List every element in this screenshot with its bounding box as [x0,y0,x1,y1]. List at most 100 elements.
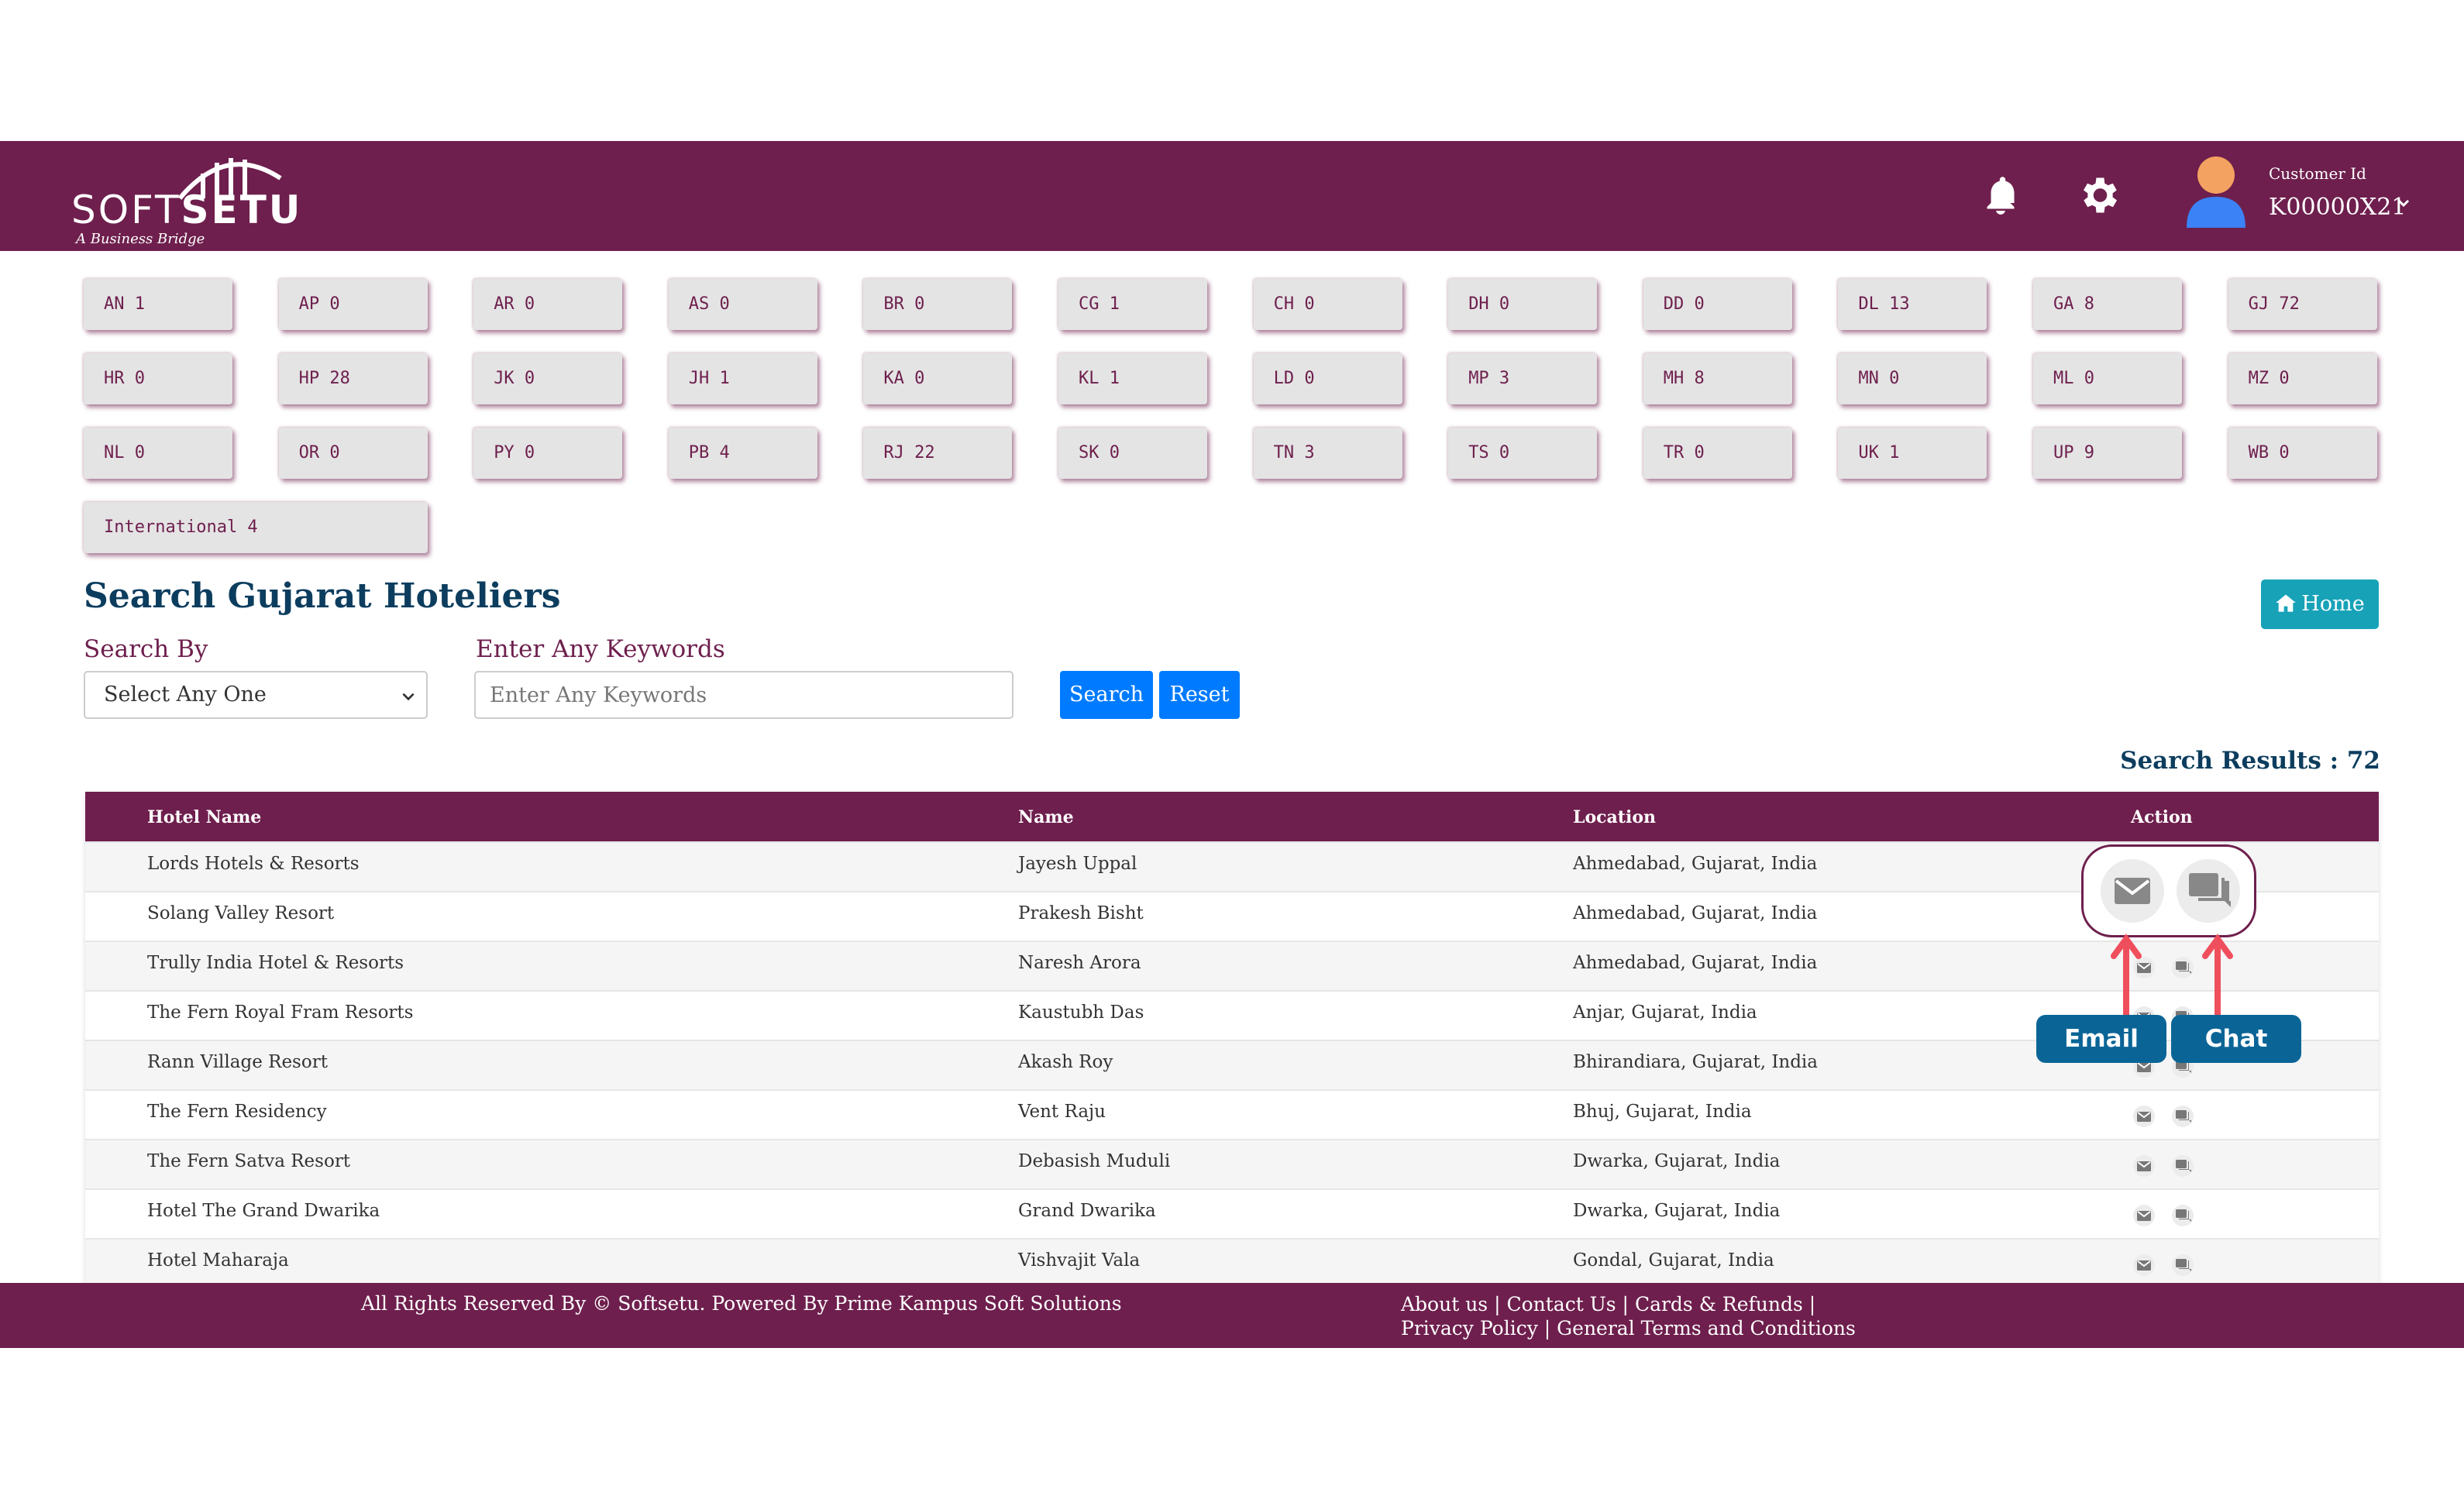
state-chip[interactable]: KL 1 [1058,353,1207,404]
hotel-name-cell: Solang Valley Resort [147,903,335,923]
hotel-name-cell: Trully India Hotel & Resorts [147,953,404,973]
email-icon[interactable] [2131,1105,2157,1128]
keywords-input[interactable] [474,671,1013,719]
state-chip[interactable]: RJ 22 [863,428,1013,479]
chat-annotation-label: Chat [2171,1015,2301,1063]
contact-name-cell: Vishvajit Vala [1018,1250,1141,1271]
footer-link-contact[interactable]: Contact Us [1506,1293,1616,1315]
state-chip[interactable]: MH 8 [1643,353,1792,404]
bell-icon[interactable] [1977,172,2024,218]
state-chip[interactable]: DD 0 [1643,279,1792,330]
customer-id-label: Customer Id [2269,164,2366,183]
chat-icon[interactable] [2170,1154,2196,1178]
state-chip[interactable]: LD 0 [1253,353,1402,404]
state-chip[interactable]: HR 0 [84,353,232,404]
email-icon[interactable] [2131,1154,2157,1178]
state-chip[interactable]: MP 3 [1448,353,1598,404]
chevron-down-icon [402,693,415,701]
location-cell: Bhirandiara, Gujarat, India [1573,1052,1819,1072]
column-header-hotel-name: Hotel Name [147,807,262,827]
chevron-down-icon[interactable] [2396,195,2411,211]
footer-link-terms[interactable]: General Terms and Conditions [1557,1317,1856,1339]
email-icon[interactable] [2131,1253,2157,1277]
home-button[interactable]: Home [2261,579,2379,629]
column-header-name: Name [1018,807,1074,827]
customer-id-value[interactable]: K00000X21 [2269,194,2406,221]
user-avatar-icon[interactable] [2184,153,2249,231]
hotel-name-cell: Lords Hotels & Resorts [147,854,360,874]
contact-name-cell: Vent Raju [1018,1102,1106,1122]
state-chip[interactable]: GA 8 [2033,279,2182,330]
state-chip[interactable]: KA 0 [863,353,1013,404]
table-row: The Fern Residency Vent Raju Bhuj, Gujarat… [85,1089,2379,1139]
state-chip[interactable]: ML 0 [2033,353,2182,404]
state-chip[interactable]: UP 9 [2033,428,2182,479]
column-header-action: Action [2131,807,2193,827]
state-chip[interactable]: MZ 0 [2228,353,2377,404]
footer-link-privacy[interactable]: Privacy Policy [1401,1317,1538,1339]
state-chip[interactable]: NL 0 [84,428,232,479]
footer-link-refunds[interactable]: Cards & Refunds [1635,1293,1803,1315]
location-cell: Dwarka, Gujarat, India [1573,1201,1781,1221]
state-chip[interactable]: GJ 72 [2228,279,2377,330]
email-icon-zoomed [2101,859,2164,923]
search-results-count: Search Results : 72 [2120,747,2380,775]
contact-name-cell: Kaustubh Das [1018,1002,1144,1023]
search-by-select[interactable]: Select Any One [84,671,428,719]
search-by-label: Search By [84,635,208,663]
state-chip[interactable]: PB 4 [668,428,817,479]
state-chip[interactable]: JH 1 [668,353,817,404]
chat-icon[interactable] [2170,956,2196,979]
state-chip[interactable]: AP 0 [278,279,428,330]
state-chip[interactable]: SK 0 [1058,428,1207,479]
chat-icon[interactable] [2170,1204,2196,1227]
contact-name-cell: Prakesh Bisht [1018,903,1144,923]
contact-name-cell: Jayesh Uppal [1018,854,1137,874]
arrow-up-icon [2111,934,2142,1018]
state-chip[interactable]: HP 28 [278,353,428,404]
state-chip[interactable]: MN 0 [1838,353,1987,404]
location-cell: Bhuj, Gujarat, India [1573,1102,1752,1122]
state-chip[interactable]: BR 0 [863,279,1013,330]
table-row: Hotel The Grand Dwarika Grand Dwarika Dwar… [85,1188,2379,1238]
state-chip[interactable]: UK 1 [1838,428,1987,479]
chat-icon[interactable] [2170,1105,2196,1128]
state-chip[interactable]: TR 0 [1643,428,1792,479]
reset-button[interactable]: Reset [1159,671,1240,719]
table-row: Hotel Maharaja Vishvajit Vala Gondal, Guja… [85,1238,2379,1288]
softsetu-logo[interactable]: SOFTSETU A Business Bridge [71,147,304,247]
location-cell: Ahmedabad, Gujarat, India [1573,903,1818,923]
footer-link-about[interactable]: About us [1401,1293,1488,1315]
state-chip[interactable]: OR 0 [278,428,428,479]
state-chip[interactable]: AN 1 [84,279,232,330]
state-chip[interactable]: TS 0 [1448,428,1598,479]
state-chip[interactable]: AR 0 [473,279,623,330]
search-button[interactable]: Search [1060,671,1153,719]
gear-icon[interactable] [2075,172,2122,218]
table-body: Lords Hotels & Resorts Jayesh Uppal Ahmeda… [85,841,2379,1288]
hotel-name-cell: Rann Village Resort [147,1052,328,1072]
state-chip[interactable]: CH 0 [1253,279,1402,330]
state-chip[interactable]: PY 0 [473,428,623,479]
state-chip[interactable]: CG 1 [1058,279,1207,330]
state-chip[interactable]: AS 0 [668,279,817,330]
keywords-label: Enter Any Keywords [476,635,725,663]
email-icon[interactable] [2131,1204,2157,1227]
state-chip[interactable]: TN 3 [1253,428,1402,479]
hotel-name-cell: The Fern Satva Resort [147,1151,351,1171]
footer-links: About us | Contact Us | Cards & Refunds … [1401,1293,1856,1339]
table-row: The Fern Satva Resort Debasish Muduli Dwar… [85,1139,2379,1188]
state-chip[interactable]: DL 13 [1838,279,1987,330]
contact-name-cell: Akash Roy [1018,1052,1113,1072]
page-title: Search Gujarat Hoteliers [84,576,561,616]
table-row: Solang Valley Resort Prakesh Bisht Ahmedab… [85,891,2379,941]
state-chip[interactable]: International 4 [84,502,428,553]
action-icons-callout [2081,844,2256,937]
chat-icon[interactable] [2170,1253,2196,1277]
state-chip[interactable]: WB 0 [2228,428,2377,479]
logo-tagline: A Business Bridge [76,231,205,247]
state-chip[interactable]: DH 0 [1448,279,1598,330]
location-cell: Ahmedabad, Gujarat, India [1573,854,1818,874]
state-chip[interactable]: JK 0 [473,353,623,404]
footer-copyright: All Rights Reserved By © Softsetu. Power… [361,1292,1122,1315]
